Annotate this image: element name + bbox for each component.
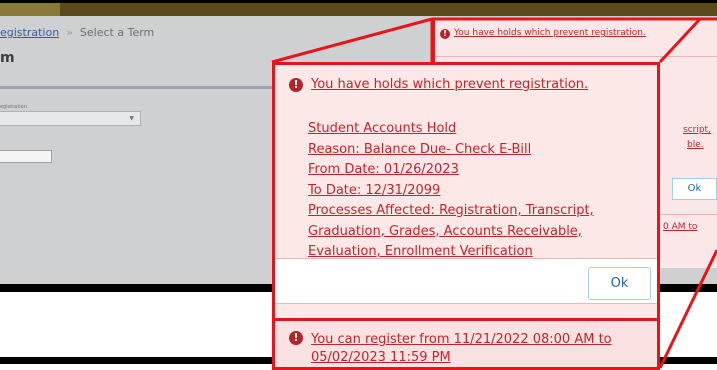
- hold-detail-fragment[interactable]: ble.: [687, 140, 704, 150]
- hold-detail-line[interactable]: Student Accounts Hold: [308, 119, 594, 140]
- ok-button-background[interactable]: Ok: [672, 178, 717, 200]
- hold-details: Student Accounts Hold Reason: Balance Du…: [308, 119, 594, 263]
- frame-top-bar: [0, 0, 717, 3]
- register-dates-line[interactable]: You can register from 11/21/2022 08:00 A…: [311, 331, 612, 349]
- register-dates-fragment[interactable]: 0 AM to: [663, 222, 697, 232]
- term-label: egistration: [0, 104, 27, 110]
- breadcrumb-registration-link[interactable]: egistration: [0, 26, 59, 39]
- register-dates: You can register from 11/21/2022 08:00 A…: [311, 331, 612, 367]
- alert-icon: !: [289, 331, 303, 345]
- hold-detail-line[interactable]: Processes Affected: Registration, Transc…: [308, 201, 594, 222]
- register-row: ! You can register from 11/21/2022 08:00…: [289, 331, 612, 367]
- page-title: m: [0, 50, 15, 66]
- alert-icon: !: [440, 29, 450, 39]
- alternate-pin-input[interactable]: [0, 150, 52, 163]
- hold-detail-line[interactable]: To Date: 12/31/2099: [308, 181, 594, 202]
- spacer: [275, 304, 657, 318]
- ok-button[interactable]: Ok: [588, 267, 651, 300]
- chevron-down-icon: ▼: [129, 115, 134, 122]
- hold-detail-fragment[interactable]: script,: [683, 125, 711, 135]
- breadcrumb: egistration » Select a Term: [0, 26, 154, 39]
- register-dates-line[interactable]: 05/02/2023 11:59 PM: [311, 349, 612, 367]
- hold-message-link[interactable]: You have holds which prevent registratio…: [454, 28, 646, 38]
- holds-dialog-zoomed: ! You have holds which prevent registrat…: [272, 62, 660, 370]
- hold-detail-line[interactable]: Graduation, Grades, Accounts Receivable,: [308, 222, 594, 243]
- breadcrumb-current: Select a Term: [79, 26, 155, 39]
- alert-icon: !: [289, 77, 303, 92]
- breadcrumb-separator: »: [66, 26, 73, 39]
- hold-detail-line[interactable]: From Date: 01/26/2023: [308, 160, 594, 181]
- hold-detail-line[interactable]: Reason: Balance Due- Check E-Bill: [308, 140, 594, 161]
- hold-header: ! You have holds which prevent registrat…: [289, 77, 588, 92]
- divider: [435, 56, 717, 57]
- register-window-notice: ! You can register from 11/21/2022 08:00…: [275, 318, 657, 367]
- dialog-footer: Ok: [275, 258, 657, 304]
- hold-message-link[interactable]: You have holds which prevent registratio…: [311, 77, 588, 92]
- term-select[interactable]: ▼: [0, 111, 141, 126]
